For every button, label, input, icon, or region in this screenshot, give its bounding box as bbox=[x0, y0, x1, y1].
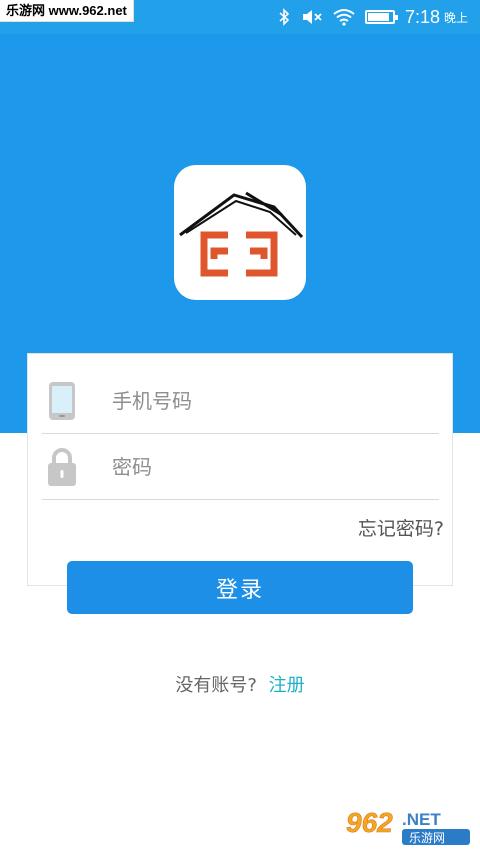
lock-icon bbox=[48, 448, 76, 486]
phone-icon bbox=[49, 382, 75, 420]
battery-level bbox=[367, 13, 390, 21]
watermark-logo: 962 .NET 乐游网 bbox=[346, 807, 470, 845]
watermark-label: 乐游网 www.962.net bbox=[0, 0, 134, 22]
forgot-password-link[interactable]: 忘记密码? bbox=[358, 514, 444, 541]
password-field bbox=[42, 434, 439, 500]
login-button[interactable]: 登录 bbox=[67, 561, 413, 614]
svg-text:乐游网: 乐游网 bbox=[409, 831, 445, 845]
register-row: 没有账号? 注册 bbox=[0, 671, 480, 697]
house-logo-icon bbox=[179, 191, 304, 277]
status-ampm: 晚上 bbox=[443, 10, 468, 25]
register-link[interactable]: 注册 bbox=[269, 675, 305, 696]
phone-input[interactable] bbox=[112, 383, 422, 419]
login-form bbox=[27, 353, 453, 586]
battery-icon bbox=[364, 10, 398, 24]
mute-icon bbox=[302, 10, 322, 24]
phone-field bbox=[42, 368, 439, 434]
svg-text:.NET: .NET bbox=[402, 810, 441, 829]
svg-text:962: 962 bbox=[346, 807, 393, 838]
status-time: 7:18 bbox=[404, 6, 440, 27]
password-input[interactable] bbox=[112, 449, 422, 485]
status-bar: 乐游网 www.962.net 7:18 晚上 bbox=[0, 0, 480, 34]
bluetooth-icon bbox=[279, 8, 290, 26]
status-icons: 7:18 晚上 bbox=[277, 0, 468, 34]
app-logo bbox=[174, 165, 306, 300]
register-question: 没有账号? bbox=[175, 675, 257, 696]
wifi-icon bbox=[333, 9, 355, 26]
